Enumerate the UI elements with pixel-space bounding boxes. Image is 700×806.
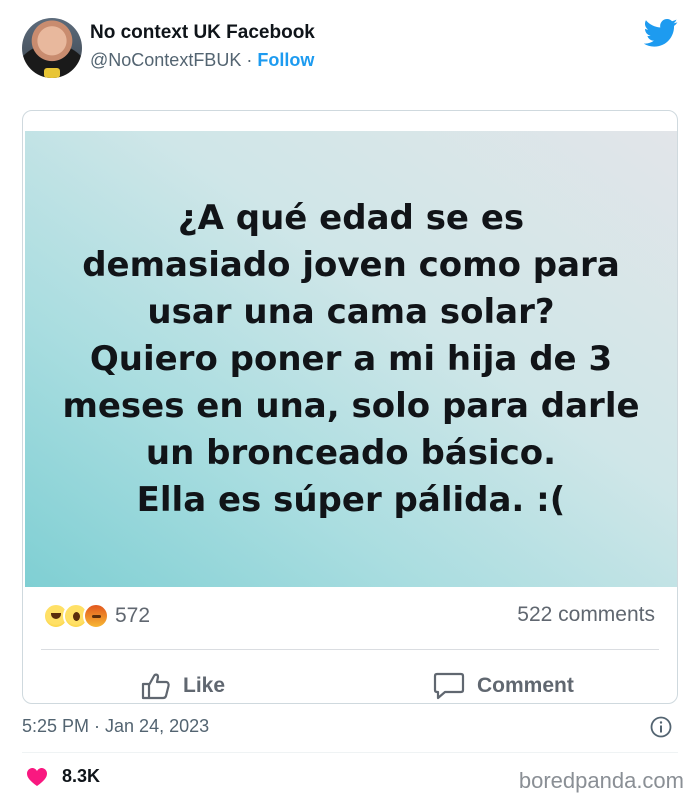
post-line: demasiado joven como para [82,244,620,285]
post-line: Ella es súper pálida. :( [136,479,566,520]
tweet-timestamp[interactable]: 5:25 PM · Jan 24, 2023 [22,716,209,737]
heart-icon [27,767,47,786]
watermark: boredpanda.com [518,768,684,793]
angry-emoji-icon [83,603,109,629]
twitter-bird-icon[interactable] [644,18,678,48]
avatar-collar [44,68,60,78]
likes-count: 8.3K [62,766,101,786]
facebook-post-card[interactable]: ¿A qué edad se es demasiado joven como p… [22,110,678,704]
like-label: Like [183,674,226,697]
account-handle[interactable]: @NoContextFBUK [90,50,241,70]
post-line: ¿A qué edad se es [177,197,525,238]
post-line: Quiero poner a mi hija de 3 [89,338,613,379]
post-background: ¿A qué edad se es demasiado joven como p… [25,131,677,587]
reaction-count: 572 [115,604,151,627]
handle-separator: · [246,50,253,70]
comment-bubble-icon [433,672,465,700]
handle-row: @NoContextFBUK · Follow [90,50,314,71]
thumbs-up-icon [141,673,170,700]
comment-button[interactable]: Comment [433,669,574,703]
like-button[interactable]: Like [141,669,225,703]
post-line: usar una cama solar? [147,291,555,332]
follow-button[interactable]: Follow [257,50,314,70]
tweet-header: No context UK Facebook @NoContextFBUK · … [0,0,700,90]
info-icon[interactable] [650,716,672,738]
post-line: un bronceado básico. [145,432,557,473]
reactions-summary[interactable]: 572 [43,601,150,631]
account-name[interactable]: No context UK Facebook [90,22,315,44]
avatar[interactable] [22,18,82,78]
post-text: ¿A qué edad se es demasiado joven como p… [25,131,677,587]
like-tweet-button[interactable]: 8.3K [26,766,100,787]
comments-count[interactable]: 522 comments [517,603,655,627]
comment-label: Comment [477,674,574,697]
post-line: meses en una, solo para darle [62,385,640,426]
divider [41,649,659,650]
footer-divider [22,752,678,753]
